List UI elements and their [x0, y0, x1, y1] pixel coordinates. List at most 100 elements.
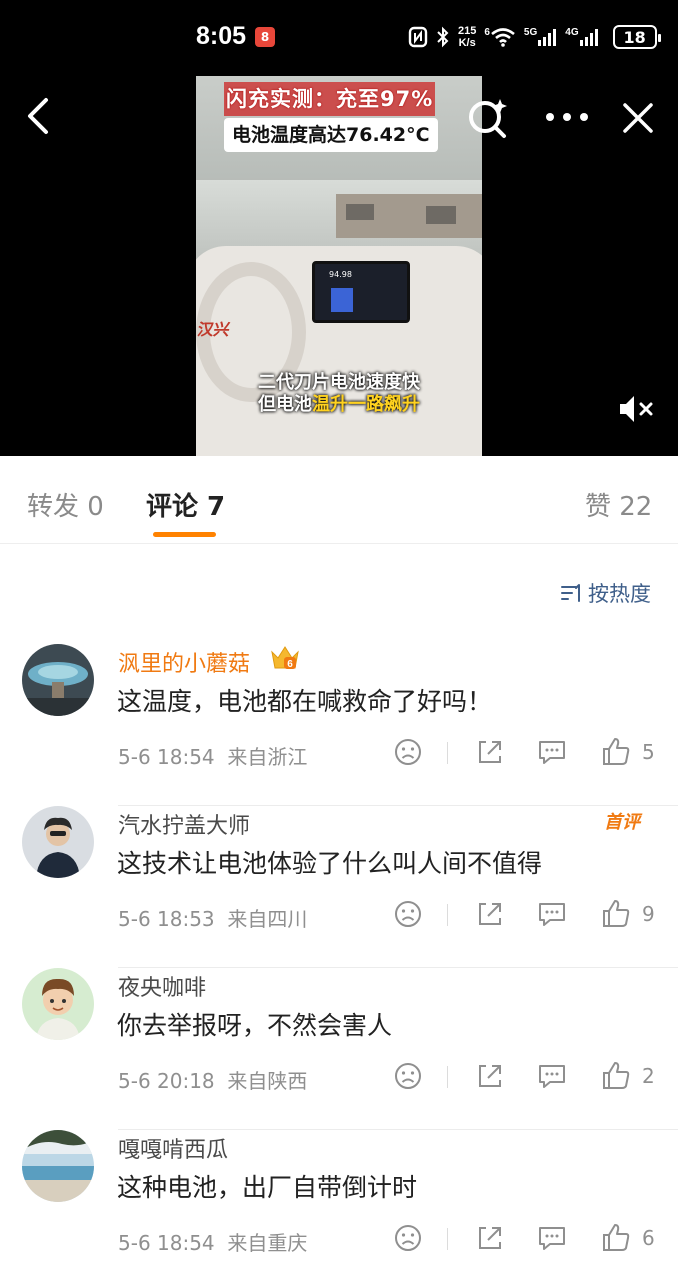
nfc-icon — [408, 26, 428, 48]
thumbs-up-icon[interactable] — [600, 898, 632, 930]
car-logo: 汉兴 — [196, 320, 232, 339]
video-scene-building — [336, 194, 482, 238]
notification-badge-icon: 8 — [255, 27, 275, 47]
comment-item: 嘎嘎啃西瓜 这种电池，出厂自带倒计时 5-6 18:54 来自重庆 6 — [0, 1130, 678, 1280]
like-count: 6 — [642, 1226, 655, 1250]
wifi-icon: 6 — [484, 27, 516, 47]
comment-meta: 5-6 20:18 来自陕西 — [118, 1065, 307, 1094]
network-speed: 215 K/s — [458, 25, 476, 49]
car-screen-battery-bar — [331, 288, 353, 312]
back-button[interactable] — [22, 96, 62, 136]
comment-actions: 9 — [392, 898, 662, 932]
sort-button[interactable]: 按热度 — [560, 578, 651, 608]
speed-value: 215 — [458, 25, 477, 37]
comment-location: 来自四川 — [227, 907, 308, 931]
comment-location: 来自重庆 — [227, 1231, 308, 1255]
more-button[interactable] — [544, 102, 590, 132]
comment-time: 5-6 20:18 — [118, 1069, 215, 1093]
comment-actions: 5 — [392, 736, 662, 770]
divider — [447, 742, 448, 764]
comment-author[interactable]: 夜央咖啡 — [118, 970, 206, 1002]
video-scene-car-screen: 94.98 — [312, 261, 410, 323]
car-screen-readout: 94.98 — [329, 270, 352, 279]
frown-face-icon[interactable] — [392, 1060, 424, 1092]
video-title-line1: 闪充实测：充至97% — [224, 82, 436, 116]
comment-location: 来自浙江 — [227, 745, 308, 769]
avatar[interactable] — [22, 968, 94, 1040]
share-icon[interactable] — [474, 736, 506, 768]
battery-icon: 18 — [612, 25, 661, 49]
comment-bubble-icon[interactable] — [536, 736, 568, 768]
video-header-area: 8:05 8 215 K/s 6 5G 4G 18 94.98 汉兴 闪充实测：… — [0, 0, 678, 456]
share-icon[interactable] — [474, 1060, 506, 1092]
comment-text: 这种电池，出厂自带倒计时 — [117, 1173, 418, 1202]
video-player[interactable]: 94.98 汉兴 闪充实测：充至97% 电池温度高达76.42°C 二代刀片电池… — [196, 76, 482, 456]
crown-level: 6 — [287, 659, 293, 670]
comment-bubble-icon[interactable] — [536, 1060, 568, 1092]
close-button[interactable] — [620, 100, 656, 136]
sort-label: 按热度 — [588, 582, 651, 606]
thumbs-up-icon[interactable] — [600, 1222, 632, 1254]
comment-item: 汽水拧盖大师 首评 这技术让电池体验了什么叫人间不值得 5-6 18:53 来自… — [0, 806, 678, 968]
like-count: 9 — [642, 902, 655, 926]
share-icon[interactable] — [474, 898, 506, 930]
comment-actions: 2 — [392, 1060, 662, 1094]
mute-button[interactable] — [616, 392, 656, 426]
frown-face-icon[interactable] — [392, 736, 424, 768]
video-caption-line2: 但电池温升一路飙升 — [196, 390, 482, 416]
tab-likes[interactable]: 赞 22 — [585, 486, 652, 523]
frown-face-icon[interactable] — [392, 898, 424, 930]
video-caption-line2-highlight: 温升一路飙升 — [312, 394, 420, 415]
divider — [447, 1228, 448, 1250]
first-comment-badge: 首评 — [604, 812, 640, 833]
bluetooth-icon — [436, 26, 450, 48]
comment-time: 5-6 18:54 — [118, 745, 215, 769]
thumbs-up-icon[interactable] — [600, 736, 632, 768]
tab-comments[interactable]: 评论 7 — [146, 486, 225, 523]
comment-item: 夜央咖啡 你去举报呀，不然会害人 5-6 20:18 来自陕西 2 — [0, 968, 678, 1130]
share-icon[interactable] — [474, 1222, 506, 1254]
comment-actions: 6 — [392, 1222, 662, 1256]
thumbs-up-icon[interactable] — [600, 1060, 632, 1092]
comment-author[interactable]: 沨里的小蘑菇 — [118, 646, 250, 678]
comment-time: 5-6 18:53 — [118, 907, 215, 931]
comment-location: 来自陕西 — [227, 1069, 308, 1093]
sort-icon — [561, 584, 580, 602]
comment-meta: 5-6 18:53 来自四川 — [118, 903, 307, 932]
comment-author[interactable]: 嘎嘎啃西瓜 — [118, 1132, 228, 1164]
comment-item: 沨里的小蘑菇 6 这温度，电池都在喊救命了好吗！ 5-6 18:54 来自浙江 … — [0, 644, 678, 806]
ai-search-icon — [469, 99, 507, 138]
comment-author[interactable]: 汽水拧盖大师 — [118, 808, 250, 840]
comment-bubble-icon[interactable] — [536, 898, 568, 930]
speaker-muted-icon — [620, 396, 653, 422]
crown-badge-icon: 6 — [270, 644, 300, 672]
divider — [447, 904, 448, 926]
more-dots-icon — [546, 113, 588, 121]
status-icons: 215 K/s 6 5G 4G 18 — [408, 22, 661, 52]
video-caption-line2-prefix: 但电池 — [258, 394, 312, 415]
divider — [447, 1066, 448, 1088]
like-count: 5 — [642, 740, 655, 764]
comment-meta: 5-6 18:54 来自重庆 — [118, 1227, 307, 1256]
avatar[interactable] — [22, 1130, 94, 1202]
chevron-left-icon — [28, 98, 48, 134]
status-time: 8:05 — [196, 22, 247, 50]
status-bar: 8:05 8 215 K/s 6 5G 4G 18 — [0, 0, 678, 76]
signal-5g-icon: 5G — [524, 27, 557, 47]
tab-reposts[interactable]: 转发 0 — [27, 486, 104, 523]
comment-text: 你去举报呀，不然会害人 — [117, 1011, 393, 1040]
signal-5g-label: 5G — [523, 26, 538, 38]
comment-bubble-icon[interactable] — [536, 1222, 568, 1254]
like-count: 2 — [642, 1064, 655, 1088]
speed-unit: K/s — [458, 37, 476, 49]
signal-4g-label: 4G — [565, 26, 579, 38]
avatar[interactable] — [22, 644, 94, 716]
avatar[interactable] — [22, 806, 94, 878]
comment-meta: 5-6 18:54 来自浙江 — [118, 741, 307, 770]
frown-face-icon[interactable] — [392, 1222, 424, 1254]
comment-time: 5-6 18:54 — [118, 1231, 215, 1255]
ai-search-button[interactable] — [466, 96, 510, 140]
comment-text: 这技术让电池体验了什么叫人间不值得 — [117, 849, 543, 878]
close-icon — [623, 103, 653, 133]
tab-bar: 转发 0 评论 7 赞 22 — [0, 456, 678, 544]
